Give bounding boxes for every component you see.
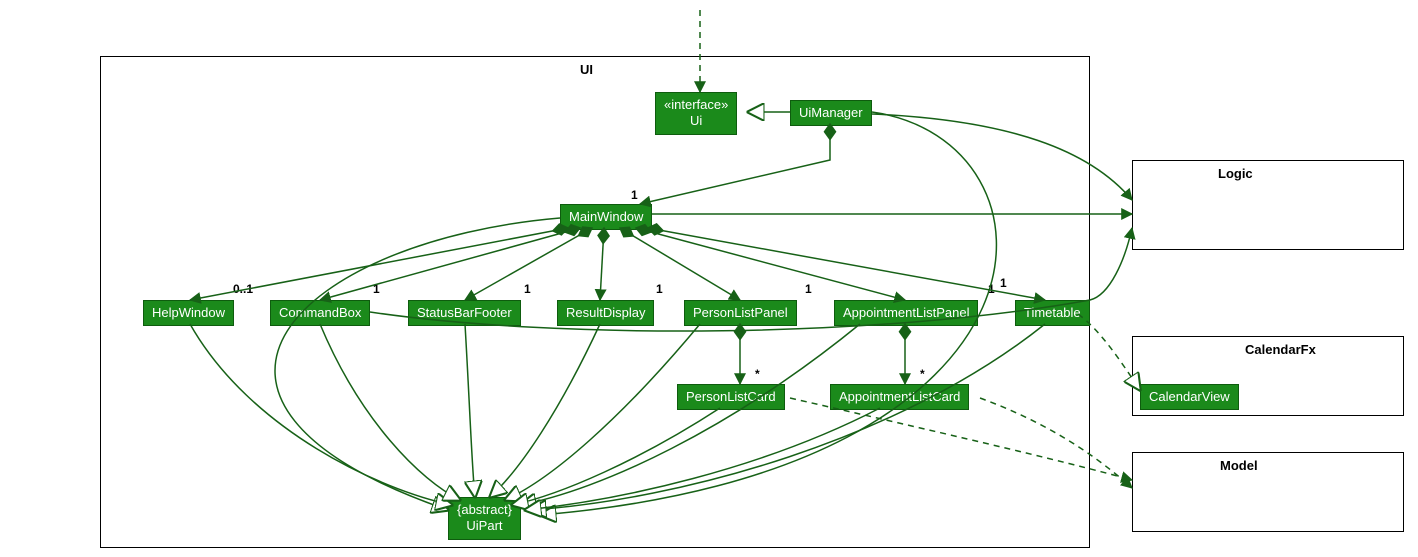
class-main-window: MainWindow [560, 204, 652, 230]
mult-helpwindow: 0..1 [233, 282, 253, 296]
mult-mainwindow: 1 [631, 188, 638, 202]
class-help-window: HelpWindow [143, 300, 234, 326]
uml-class-diagram: UI Logic CalendarFx Model «interface» Ui… [0, 0, 1418, 557]
class-timetable: Timetable [1015, 300, 1090, 326]
mult-personlistcard: * [755, 367, 760, 381]
class-person-list-card: PersonListCard [677, 384, 785, 410]
class-ui-name: Ui [664, 113, 728, 129]
package-ui-label: UI [580, 62, 593, 77]
class-ui-part: {abstract} UiPart [448, 497, 521, 540]
mult-appointmentlistpanel: 1 [988, 282, 995, 296]
stereotype-abstract: {abstract} [457, 502, 512, 518]
class-result-display: ResultDisplay [557, 300, 654, 326]
package-logic-label: Logic [1218, 166, 1253, 181]
class-person-list-panel: PersonListPanel [684, 300, 797, 326]
package-model [1132, 452, 1404, 532]
stereotype-interface: «interface» [664, 97, 728, 113]
package-model-label: Model [1220, 458, 1258, 473]
class-ui-interface: «interface» Ui [655, 92, 737, 135]
class-appointment-list-panel: AppointmentListPanel [834, 300, 978, 326]
class-calendar-view: CalendarView [1140, 384, 1239, 410]
mult-timetable: 1 [1000, 276, 1007, 290]
mult-appointmentlistcard: * [920, 367, 925, 381]
package-calendarfx-label: CalendarFx [1245, 342, 1316, 357]
class-status-bar-footer: StatusBarFooter [408, 300, 521, 326]
mult-statusbar: 1 [524, 282, 531, 296]
mult-commandbox: 1 [373, 282, 380, 296]
class-command-box: CommandBox [270, 300, 370, 326]
class-appointment-list-card: AppointmentListCard [830, 384, 969, 410]
mult-personlistpanel: 1 [805, 282, 812, 296]
package-logic [1132, 160, 1404, 250]
mult-resultdisplay: 1 [656, 282, 663, 296]
class-ui-manager: UiManager [790, 100, 872, 126]
class-ui-part-name: UiPart [457, 518, 512, 534]
